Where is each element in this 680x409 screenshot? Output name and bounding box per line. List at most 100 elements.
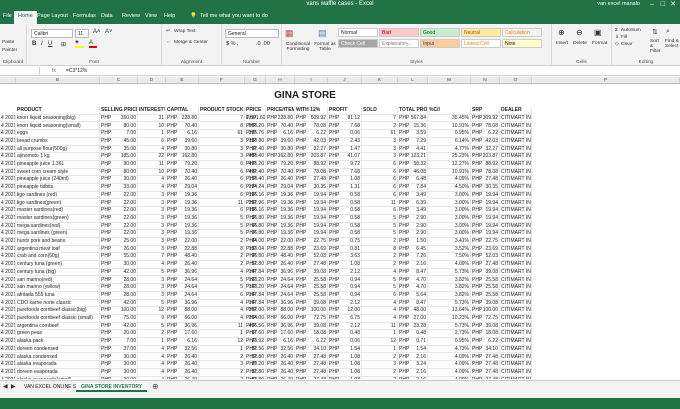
table-cell[interactable]: PHP26.40 <box>266 376 295 379</box>
product-cell[interactable]: mega sardines(red) <box>16 222 100 231</box>
table-cell[interactable]: PHP 158.40 <box>245 176 266 185</box>
table-cell[interactable]: PHP 24.64 <box>266 276 295 285</box>
table-cell[interactable]: CITIMART INC. <box>500 184 532 192</box>
column-header[interactable]: M <box>428 77 471 84</box>
table-cell[interactable]: CITIMART INC. <box>500 245 532 254</box>
table-cell[interactable]: CITIMART INC. <box>500 315 532 323</box>
table-cell[interactable]: PHP 36.96 <box>166 268 199 277</box>
table-cell[interactable]: PHP 30.35 <box>471 184 500 192</box>
column-header[interactable]: J <box>328 77 362 84</box>
table-cell[interactable]: PHP 7.84 <box>398 184 428 192</box>
minimize-icon[interactable]: – <box>650 0 654 10</box>
table-cell[interactable]: PHP 88.00 <box>266 307 295 315</box>
table-cell[interactable]: PHP 30.80 <box>266 145 295 154</box>
table-cell[interactable]: PHP 3.59 <box>398 130 428 138</box>
font-name-select[interactable]: Calibri <box>31 29 73 38</box>
table-cell[interactable]: PHP 19.36 <box>266 191 295 200</box>
row-date[interactable]: 4 2021 <box>0 161 16 169</box>
table-cell[interactable]: PHP 123.21 <box>398 153 428 161</box>
column-header[interactable]: G <box>245 77 266 84</box>
table-cell[interactable]: PHP 118.80 <box>245 137 266 146</box>
table-cell[interactable]: PHP 80.00 <box>100 122 138 131</box>
table-cell[interactable]: PHP 0.94 <box>328 284 362 292</box>
table-cell[interactable]: PHP 19.36 <box>266 230 295 238</box>
table-cell[interactable]: 4.09% <box>428 376 471 379</box>
table-cell[interactable]: PHP 6.22 <box>295 130 328 138</box>
table-cell[interactable]: PHP 45.00 <box>100 137 138 146</box>
tab-file[interactable]: File <box>3 13 12 19</box>
table-cell[interactable]: PHP 46.08 <box>398 168 428 177</box>
table-cell[interactable]: PHP 23.69 <box>295 245 328 254</box>
row-date[interactable]: 4 2021 <box>0 315 16 323</box>
column-header[interactable]: P <box>532 77 680 84</box>
table-cell[interactable]: PHP 42.00 <box>100 268 138 277</box>
table-cell[interactable]: 1 <box>199 330 245 339</box>
product-cell[interactable]: pineapple juice (240ml) <box>16 176 100 185</box>
table-cell[interactable]: PHP26.40 <box>166 261 199 269</box>
table-cell[interactable]: 4.09% <box>428 176 471 185</box>
table-cell[interactable]: 7 <box>199 114 245 123</box>
table-cell[interactable]: 3 <box>362 145 398 154</box>
table-cell[interactable]: PHP 26.00 <box>100 245 138 254</box>
table-cell[interactable]: PHP 30.00 <box>100 353 138 362</box>
row-date[interactable]: 4 2021 <box>0 376 16 379</box>
table-cell[interactable]: PHP 42.00 <box>100 299 138 308</box>
table-cell[interactable]: PHP 48.40 <box>266 253 295 262</box>
table-cell[interactable]: PHP 25.58 <box>295 284 328 292</box>
table-cell[interactable]: PHP 2.12 <box>328 322 362 331</box>
table-cell[interactable]: CITIMART INC. <box>500 253 532 262</box>
table-cell[interactable]: PHP 183.04 <box>245 245 266 254</box>
column-header[interactable]: K <box>362 77 398 84</box>
table-cell[interactable]: PHP 19.94 <box>471 230 500 238</box>
table-cell[interactable]: PHP 6.16 <box>166 130 199 138</box>
table-cell[interactable]: 6 <box>362 168 398 177</box>
table-cell[interactable]: 22 <box>138 153 166 161</box>
product-cell[interactable]: pineapple tidbits <box>16 184 100 192</box>
table-cell[interactable]: 2 <box>362 353 398 362</box>
table-cell[interactable]: PHP 422.40 <box>245 168 266 177</box>
table-cell[interactable]: PHP 88.00 <box>166 307 199 315</box>
table-cell[interactable]: PHP 22.00 <box>100 214 138 223</box>
table-cell[interactable]: PHP 1.08 <box>328 261 362 269</box>
table-cell[interactable]: PHP 8.47 <box>398 268 428 277</box>
row-date[interactable]: 4 2021 <box>0 184 16 192</box>
table-cell[interactable]: PHP 0.58 <box>328 214 362 223</box>
table-cell[interactable]: 35.45% <box>428 114 471 123</box>
table-cell[interactable]: PHP52.80 <box>245 376 266 379</box>
table-cell[interactable]: 3 <box>138 284 166 292</box>
table-cell[interactable]: PHP 7.68 <box>328 168 362 177</box>
clear-button[interactable]: Clear <box>621 42 632 47</box>
table-cell[interactable]: PHP 22.88 <box>166 245 199 254</box>
table-cell[interactable]: PHP 1.54 <box>398 345 428 354</box>
table-cell[interactable]: 4 <box>138 353 166 362</box>
row-date[interactable]: 4 2021 <box>0 168 16 177</box>
table-cell[interactable]: PHP 17.60 <box>166 330 199 339</box>
table-cell[interactable]: CITIMART INC. <box>500 299 532 308</box>
table-cell[interactable]: PHP 75.00 <box>100 315 138 323</box>
table-cell[interactable]: PHP 22.00 <box>100 199 138 208</box>
table-cell[interactable]: PHP 70.40 <box>266 168 295 177</box>
table-cell[interactable]: 7.50% <box>428 253 471 262</box>
table-cell[interactable]: PHP 1.08 <box>328 353 362 362</box>
close-icon[interactable]: ✕ <box>670 0 676 10</box>
italic-icon[interactable]: I <box>41 41 43 47</box>
table-cell[interactable]: 11 <box>138 161 166 169</box>
table-cell[interactable]: CITIMART INC. <box>500 168 532 177</box>
style-note[interactable]: Note <box>502 39 542 48</box>
row-date[interactable]: 4 2021 <box>0 230 16 238</box>
table-cell[interactable]: PHP27.48 <box>471 376 500 379</box>
table-cell[interactable]: 4 <box>199 299 245 308</box>
table-cell[interactable]: PHP 9.72 <box>328 161 362 169</box>
table-cell[interactable]: PHP26.40 <box>166 353 199 362</box>
product-cell[interactable]: bread crumbs <box>16 137 100 146</box>
formula-input[interactable]: =C3*12% <box>66 67 87 76</box>
table-cell[interactable]: PHP 1.54 <box>328 345 362 354</box>
format-painter-button[interactable]: Painter <box>2 48 17 53</box>
table-cell[interactable]: 2 <box>362 122 398 131</box>
table-cell[interactable]: 5 <box>199 284 245 292</box>
row-date[interactable]: 4 2021 <box>0 291 16 300</box>
table-cell[interactable]: PHP26.40 <box>166 368 199 377</box>
product-cell[interactable]: ligo sardines(green) <box>16 199 100 208</box>
table-cell[interactable]: 3.00% <box>428 230 471 238</box>
table-cell[interactable]: 3 <box>138 291 166 300</box>
